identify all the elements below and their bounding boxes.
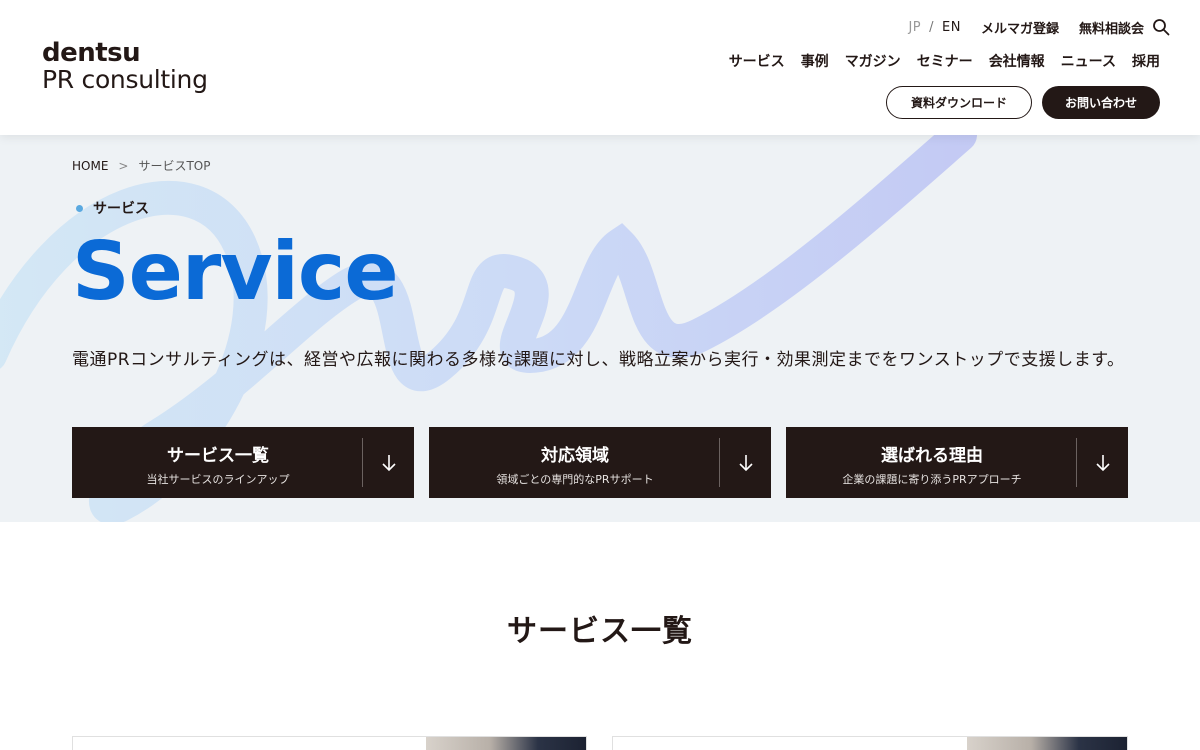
lang-jp[interactable]: JP (908, 20, 921, 35)
card-title: 選ばれる理由 (881, 446, 983, 466)
nav-news[interactable]: ニュース (1061, 51, 1116, 71)
search-icon[interactable] (1152, 18, 1170, 36)
arrow-down-icon (739, 455, 753, 472)
arrow-down-icon (1096, 455, 1110, 472)
card-title: サービス一覧 (167, 446, 269, 466)
nav-company[interactable]: 会社情報 (989, 51, 1045, 71)
anchor-card-service-list[interactable]: サービス一覧 当社サービスのラインアップ (72, 427, 414, 498)
language-switch: JP / EN (908, 20, 961, 35)
nav-cases[interactable]: 事例 (801, 51, 829, 71)
card-subtitle: 領域ごとの専門的なPRサポート (496, 473, 654, 486)
nav-magazine[interactable]: マガジン (845, 51, 901, 71)
anchor-card-reasons[interactable]: 選ばれる理由 企業の課題に寄り添うPRアプローチ (786, 427, 1128, 498)
breadcrumb: HOME > サービスTOP (72, 157, 210, 174)
download-button[interactable]: 資料ダウンロード (886, 86, 1032, 119)
lang-en[interactable]: EN (942, 20, 961, 35)
section-title: サービス一覧 (507, 614, 693, 649)
card-divider (719, 438, 720, 487)
main-nav: サービス 事例 マガジン セミナー 会社情報 ニュース 採用 (713, 51, 1160, 71)
site-header: dentsu PR consulting JP / EN メルマガ登録 無料相談… (0, 0, 1200, 135)
card-subtitle: 企業の課題に寄り添うPRアプローチ (842, 473, 1022, 486)
contact-button[interactable]: お問い合わせ (1042, 86, 1160, 119)
nav-services[interactable]: サービス (729, 51, 785, 71)
card-divider (362, 438, 363, 487)
service-card-image (967, 737, 1127, 750)
service-card[interactable] (612, 736, 1128, 750)
hero-eyebrow: サービス (76, 198, 149, 218)
logo-dentsu: dentsu (42, 38, 141, 68)
service-card-image (426, 737, 586, 750)
service-card[interactable] (72, 736, 587, 750)
nav-recruit[interactable]: 採用 (1132, 51, 1160, 71)
hero-description: 電通PRコンサルティングは、経営や広報に関わる多様な課題に対し、戦略立案から実行… (72, 350, 1125, 370)
hero-section: HOME > サービスTOP サービス Service 電通PRコンサルティング… (0, 135, 1200, 522)
anchor-cards: サービス一覧 当社サービスのラインアップ 対応領域 領域ごとの専門的なPRサポー… (72, 427, 1128, 498)
logo-pr-consulting: PR consulting (42, 65, 208, 94)
anchor-card-areas[interactable]: 対応領域 領域ごとの専門的なPRサポート (429, 427, 771, 498)
card-title: 対応領域 (541, 446, 609, 466)
eyebrow-label: サービス (93, 201, 149, 217)
breadcrumb-home[interactable]: HOME (72, 159, 108, 173)
card-subtitle: 当社サービスのラインアップ (146, 473, 290, 486)
page-title: Service (72, 225, 399, 318)
nav-seminar[interactable]: セミナー (917, 51, 973, 71)
site-logo[interactable]: dentsu PR consulting (42, 40, 208, 94)
newsletter-link[interactable]: メルマガ登録 (981, 18, 1059, 37)
lang-separator: / (929, 19, 935, 35)
breadcrumb-current: サービスTOP (138, 159, 211, 173)
consultation-link[interactable]: 無料相談会 (1079, 18, 1144, 37)
arrow-down-icon (382, 455, 396, 472)
dot-icon (76, 204, 83, 212)
chevron-right-icon: > (118, 158, 129, 173)
utility-nav: JP / EN メルマガ登録 無料相談会 (908, 16, 1144, 38)
card-divider (1076, 438, 1077, 487)
